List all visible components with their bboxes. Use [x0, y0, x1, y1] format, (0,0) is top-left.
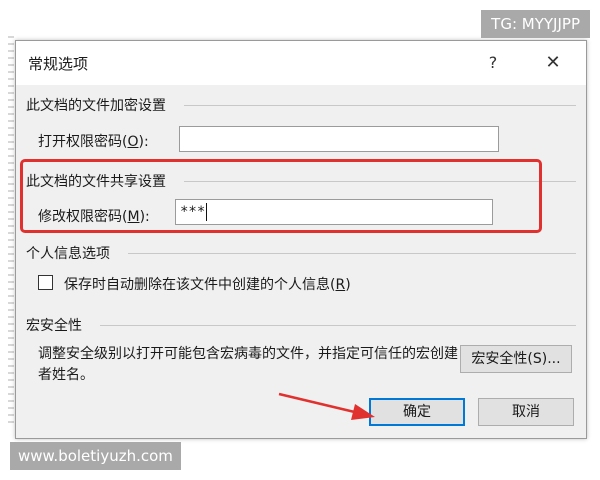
- help-icon[interactable]: ?: [478, 47, 508, 79]
- dialog-title: 常规选项: [28, 55, 89, 73]
- cancel-button[interactable]: 取消: [478, 398, 574, 426]
- document-page-edge: [8, 36, 14, 426]
- share-highlight-box: [20, 159, 542, 233]
- macro-section-title: 宏安全性: [26, 318, 82, 334]
- privacy-section-rule: [128, 253, 576, 254]
- macro-description: 调整安全级别以打开可能包含宏病毒的文件，并指定可信任的宏创建者姓名。: [38, 346, 458, 383]
- general-options-dialog: 常规选项 ? ✕ 此文档的文件加密设置 打开权限密码(O): 此文档的文件共享设…: [15, 40, 587, 439]
- encrypt-section: 此文档的文件加密设置 打开权限密码(O):: [16, 93, 586, 159]
- remove-personal-info-checkbox[interactable]: [38, 275, 53, 290]
- open-password-label: 打开权限密码(O):: [38, 134, 149, 150]
- close-icon[interactable]: ✕: [536, 47, 570, 79]
- watermark-top: TG: MYYJJPP: [481, 10, 590, 38]
- macro-section-rule: [100, 325, 576, 326]
- privacy-section-title: 个人信息选项: [26, 246, 110, 262]
- dialog-titlebar: 常规选项 ? ✕: [16, 41, 586, 85]
- encrypt-section-title: 此文档的文件加密设置: [26, 98, 166, 114]
- watermark-bottom: www.boletiyuzh.com: [10, 442, 181, 470]
- pointer-arrow-icon: [278, 392, 375, 420]
- macro-section: 宏安全性: [16, 313, 586, 343]
- encrypt-section-rule: [184, 105, 576, 106]
- macro-security-button[interactable]: 宏安全性(S)...: [460, 345, 572, 373]
- remove-personal-info-label[interactable]: 保存时自动删除在该文件中创建的个人信息(R): [64, 274, 351, 294]
- open-password-input[interactable]: [179, 126, 499, 152]
